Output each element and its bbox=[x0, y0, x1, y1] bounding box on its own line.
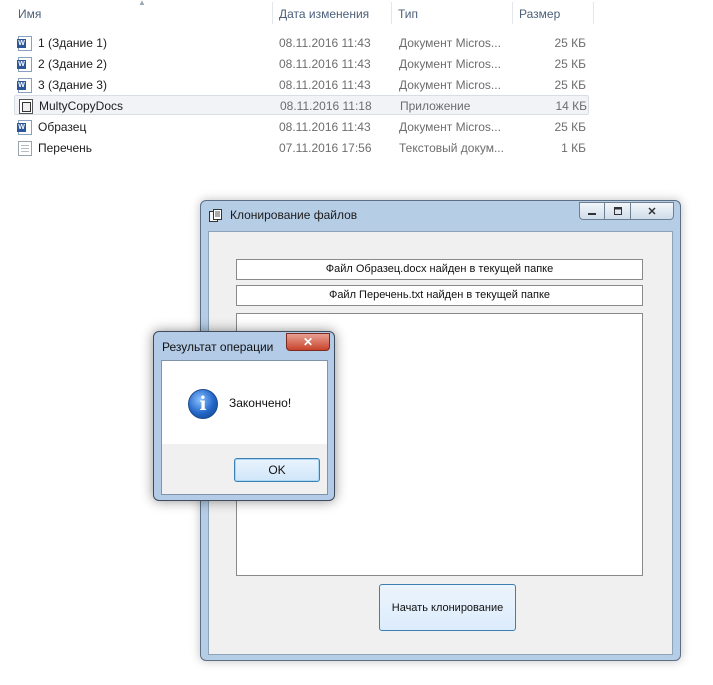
file-size: 25 КБ bbox=[554, 57, 586, 71]
application-icon bbox=[19, 99, 33, 114]
file-date: 08.11.2016 11:43 bbox=[279, 36, 371, 50]
file-date: 08.11.2016 11:43 bbox=[279, 78, 371, 92]
app-window-icon bbox=[209, 209, 222, 222]
ok-button[interactable]: OK bbox=[234, 458, 320, 482]
dialog-title: Результат операции bbox=[162, 340, 274, 354]
file-row[interactable]: 3 (Здание 3) 08.11.2016 11:43 Документ M… bbox=[14, 75, 589, 95]
column-header-type[interactable]: Тип bbox=[392, 0, 512, 28]
file-name: Перечень bbox=[38, 141, 93, 155]
file-row[interactable]: Образец 08.11.2016 11:43 Документ Micros… bbox=[14, 117, 589, 137]
file-date: 08.11.2016 11:43 bbox=[279, 120, 371, 134]
word-document-icon bbox=[17, 57, 32, 72]
dialog-message-area: i Закончено! bbox=[162, 361, 327, 444]
file-row[interactable]: Перечень 07.11.2016 17:56 Текстовый доку… bbox=[14, 138, 589, 158]
result-message-dialog: Результат операции ✕ i Закончено! OK bbox=[153, 331, 335, 501]
file-size: 14 КБ bbox=[555, 99, 587, 113]
file-name: 1 (Здание 1) bbox=[38, 36, 107, 50]
file-row[interactable]: 1 (Здание 1) 08.11.2016 11:43 Документ M… bbox=[14, 33, 589, 53]
window-title: Клонирование файлов bbox=[230, 208, 358, 222]
file-explorer-list: ▲ Имя Дата изменения Тип Размер 1 (Здани… bbox=[0, 0, 713, 170]
file-type: Документ Micros... bbox=[399, 78, 501, 92]
close-icon bbox=[648, 207, 656, 215]
column-header-date[interactable]: Дата изменения bbox=[273, 0, 391, 28]
file-size: 25 КБ bbox=[554, 78, 586, 92]
file-type: Приложение bbox=[400, 99, 471, 113]
column-header-size[interactable]: Размер bbox=[513, 0, 593, 28]
file-date: 07.11.2016 17:56 bbox=[279, 141, 372, 155]
file-type: Документ Micros... bbox=[399, 57, 501, 71]
file-size: 25 КБ bbox=[554, 36, 586, 50]
file-row[interactable]: 2 (Здание 2) 08.11.2016 11:43 Документ M… bbox=[14, 54, 589, 74]
file-size: 1 КБ bbox=[561, 141, 586, 155]
column-header-row: ▲ Имя Дата изменения Тип Размер bbox=[0, 0, 595, 28]
file-date: 08.11.2016 11:18 bbox=[280, 99, 372, 113]
word-document-icon bbox=[17, 36, 32, 51]
window-controls bbox=[579, 202, 674, 220]
file-date: 08.11.2016 11:43 bbox=[279, 57, 371, 71]
close-icon: ✕ bbox=[302, 335, 314, 349]
maximize-button[interactable] bbox=[605, 202, 631, 220]
file-name: Образец bbox=[38, 120, 87, 134]
word-document-icon bbox=[17, 78, 32, 93]
file-name: 2 (Здание 2) bbox=[38, 57, 107, 71]
file-type: Документ Micros... bbox=[399, 120, 501, 134]
file-size: 25 КБ bbox=[554, 120, 586, 134]
minimize-button[interactable] bbox=[579, 202, 605, 220]
column-divider[interactable] bbox=[593, 2, 594, 24]
file-name: 3 (Здание 3) bbox=[38, 78, 107, 92]
status-line-sample-found: Файл Образец.docx найден в текущей папке bbox=[236, 259, 643, 280]
status-line-list-found: Файл Перечень.txt найден в текущей папке bbox=[236, 285, 643, 306]
dialog-message-text: Закончено! bbox=[229, 396, 292, 410]
word-document-icon bbox=[17, 120, 32, 135]
minimize-icon bbox=[588, 213, 596, 215]
maximize-icon bbox=[613, 207, 622, 215]
dialog-close-button[interactable]: ✕ bbox=[286, 333, 330, 351]
dialog-client-area: i Закончено! OK bbox=[161, 360, 328, 495]
column-header-name[interactable]: Имя bbox=[12, 0, 272, 28]
close-button[interactable] bbox=[631, 202, 674, 220]
start-cloning-button[interactable]: Начать клонирование bbox=[379, 584, 516, 631]
information-icon: i bbox=[188, 389, 218, 419]
file-type: Текстовый докум... bbox=[399, 141, 504, 155]
file-name: MultyCopyDocs bbox=[39, 99, 124, 113]
file-row-selected[interactable]: MultyCopyDocs 08.11.2016 11:18 Приложени… bbox=[14, 95, 589, 115]
file-type: Документ Micros... bbox=[399, 36, 501, 50]
text-document-icon bbox=[18, 141, 32, 156]
